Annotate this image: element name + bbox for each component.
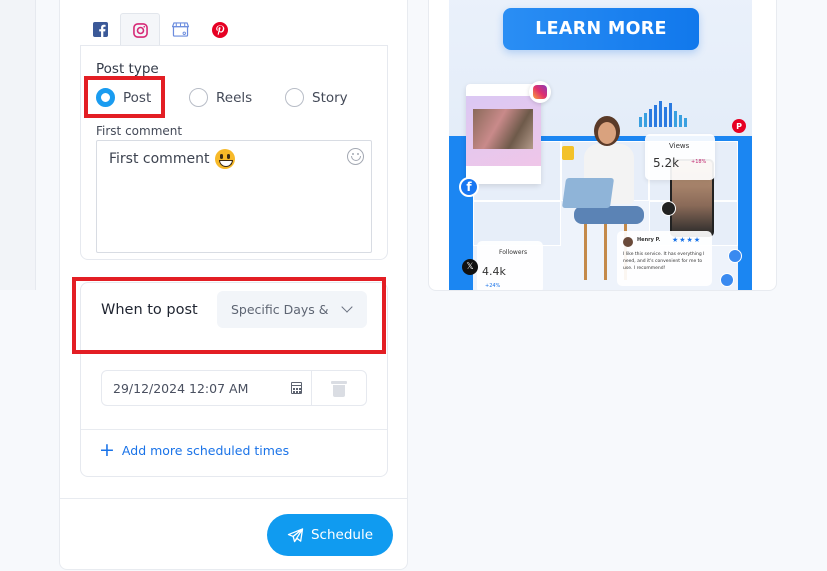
when-to-post-selected-value: Specific Days &	[231, 302, 329, 317]
calendar-icon[interactable]	[291, 382, 302, 394]
ad-review-card: Henry P. ★★★★ I like this service. It ha…	[617, 231, 712, 286]
add-scheduled-time-button[interactable]: + Add more scheduled times	[99, 441, 289, 460]
ad-instagram-icon	[529, 81, 551, 103]
ad-review-stars: ★★★★	[672, 236, 702, 244]
first-comment-value: First comment	[109, 151, 210, 167]
trash-icon	[331, 381, 347, 397]
first-comment-text: First comment	[109, 149, 236, 169]
grinning-face-emoji-icon	[215, 149, 236, 169]
scheduled-datetime-input[interactable]: 29/12/2024 12:07 AM	[102, 371, 312, 405]
ad-send-icon	[720, 273, 734, 287]
ad-views-change: +18%	[691, 159, 707, 165]
schedule-button[interactable]: Schedule	[267, 514, 393, 556]
ad-followers-label: Followers	[499, 249, 528, 256]
tab-pinterest[interactable]	[200, 13, 240, 46]
storefront-icon	[171, 22, 189, 37]
radio-story-indicator[interactable]	[285, 88, 304, 107]
radio-post-indicator[interactable]	[96, 88, 115, 107]
learn-more-button[interactable]: LEARN MORE	[503, 8, 699, 50]
pinterest-icon	[212, 21, 228, 38]
ad-views-card: Views 5.2k +18%	[645, 134, 715, 180]
ad-followers-card: Followers 4.4k +24%	[477, 241, 543, 290]
tab-facebook[interactable]	[80, 13, 120, 46]
instagram-options-panel: Post type Post Reels Story First comment…	[80, 45, 388, 260]
plus-icon: +	[99, 439, 115, 461]
ad-views-value: 5.2k	[653, 156, 680, 170]
scheduled-datetime-value: 29/12/2024 12:07 AM	[113, 380, 249, 396]
ad-followers-value: 4.4k	[482, 265, 506, 278]
when-to-post-section: When to post Specific Days & 29/12/2024 …	[80, 282, 388, 477]
emoji-picker-icon[interactable]	[347, 148, 364, 165]
ad-review-name: Henry P.	[637, 237, 661, 243]
ad-review-text: I like this service. It has everything I…	[623, 252, 705, 271]
left-background-panel	[0, 0, 36, 290]
radio-reels-label: Reels	[216, 89, 253, 106]
ad-x-icon: 𝕏	[462, 259, 478, 275]
ad-views-label: Views	[669, 142, 690, 150]
radio-post-label: Post	[123, 89, 152, 106]
when-to-post-select[interactable]: Specific Days &	[217, 291, 367, 328]
first-comment-input[interactable]: First comment	[96, 140, 372, 253]
radio-reels-indicator[interactable]	[189, 88, 208, 107]
radio-story[interactable]: Story	[285, 88, 348, 107]
first-comment-label: First comment	[96, 124, 183, 138]
footer-divider	[60, 498, 407, 499]
schedule-button-label: Schedule	[310, 527, 374, 543]
radio-reels[interactable]: Reels	[189, 88, 252, 107]
radio-post[interactable]: Post	[96, 88, 151, 107]
delete-time-button[interactable]	[312, 371, 366, 405]
chevron-down-icon	[341, 301, 353, 313]
promo-ad-image[interactable]: LEARN MORE f P Views 5.2k +18% Followers…	[449, 0, 752, 290]
instagram-icon	[132, 22, 148, 38]
ad-store-icon	[728, 249, 742, 263]
ad-followers-change: +24%	[485, 283, 501, 289]
ad-facebook-icon: f	[459, 177, 479, 197]
ad-pinterest-icon: P	[732, 119, 746, 133]
radio-story-label: Story	[312, 89, 348, 106]
tab-google-business[interactable]	[160, 13, 200, 46]
scheduled-time-row: 29/12/2024 12:07 AM	[101, 370, 367, 406]
ad-review-avatar	[623, 237, 633, 247]
section-divider	[81, 429, 387, 430]
when-to-post-label: When to post	[101, 302, 198, 318]
facebook-icon	[92, 22, 108, 37]
send-icon	[287, 527, 304, 542]
post-type-label: Post type	[96, 61, 159, 77]
social-tabs	[80, 13, 240, 46]
promo-ad-card: LEARN MORE f P Views 5.2k +18% Followers…	[428, 0, 777, 291]
tab-instagram[interactable]	[120, 13, 160, 46]
ad-tiktok-icon	[661, 201, 676, 216]
post-settings-card: Post type Post Reels Story First comment…	[59, 0, 408, 570]
add-scheduled-time-label: Add more scheduled times	[121, 443, 290, 458]
ad-instagram-post-mock	[466, 84, 541, 184]
